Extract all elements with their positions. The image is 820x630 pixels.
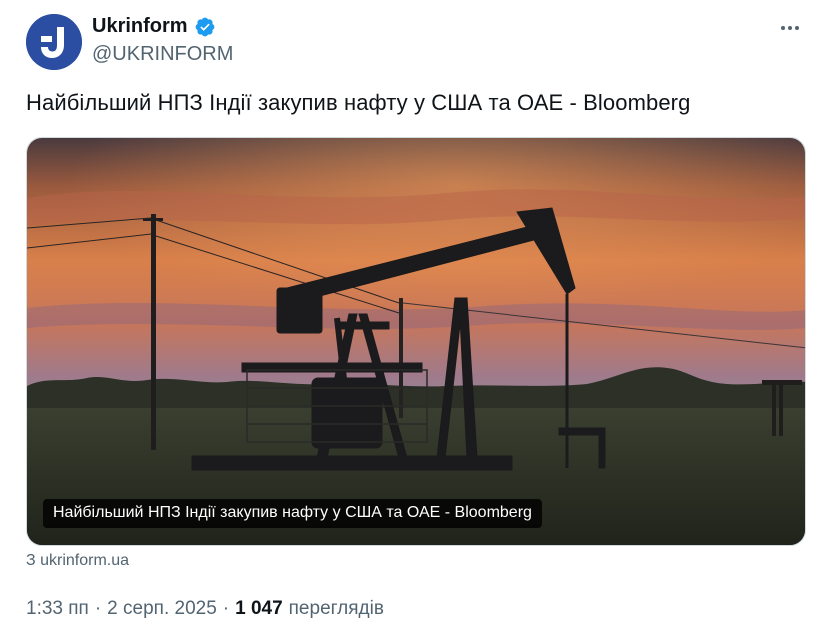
- link-card[interactable]: Найбільший НПЗ Індії закупив нафту у США…: [26, 137, 806, 546]
- more-options-icon[interactable]: [776, 14, 804, 42]
- meta-separator: ·: [222, 598, 230, 619]
- ukrinform-logo-icon: [26, 14, 82, 70]
- more-dot: [781, 26, 785, 30]
- tweet-date[interactable]: 2 серп. 2025: [107, 598, 217, 620]
- views-count: 1 047: [235, 598, 283, 619]
- card-caption: Найбільший НПЗ Індії закупив нафту у США…: [43, 499, 542, 528]
- more-dot: [788, 26, 792, 30]
- views-label: переглядів: [288, 598, 384, 619]
- tweet-text: Найбільший НПЗ Індії закупив нафту у США…: [26, 90, 691, 115]
- author-handle[interactable]: @UKRINFORM: [92, 43, 233, 66]
- card-source-link[interactable]: З ukrinform.ua: [26, 552, 129, 570]
- avatar[interactable]: [26, 14, 82, 70]
- tweet-meta: 1:33 пп · 2 серп. 2025 · 1 047 перегляді…: [26, 598, 384, 620]
- tweet-time[interactable]: 1:33 пп: [26, 598, 89, 620]
- meta-separator: ·: [94, 598, 102, 619]
- author-display-name[interactable]: Ukrinform: [92, 15, 188, 38]
- card-image-oil-pump-sunset: [27, 138, 805, 545]
- author-name-row[interactable]: Ukrinform: [92, 15, 216, 38]
- verified-badge-icon: [195, 17, 214, 36]
- tweet: Ukrinform @UKRINFORM Найбільший НПЗ Інді…: [0, 0, 820, 630]
- more-dot: [795, 26, 799, 30]
